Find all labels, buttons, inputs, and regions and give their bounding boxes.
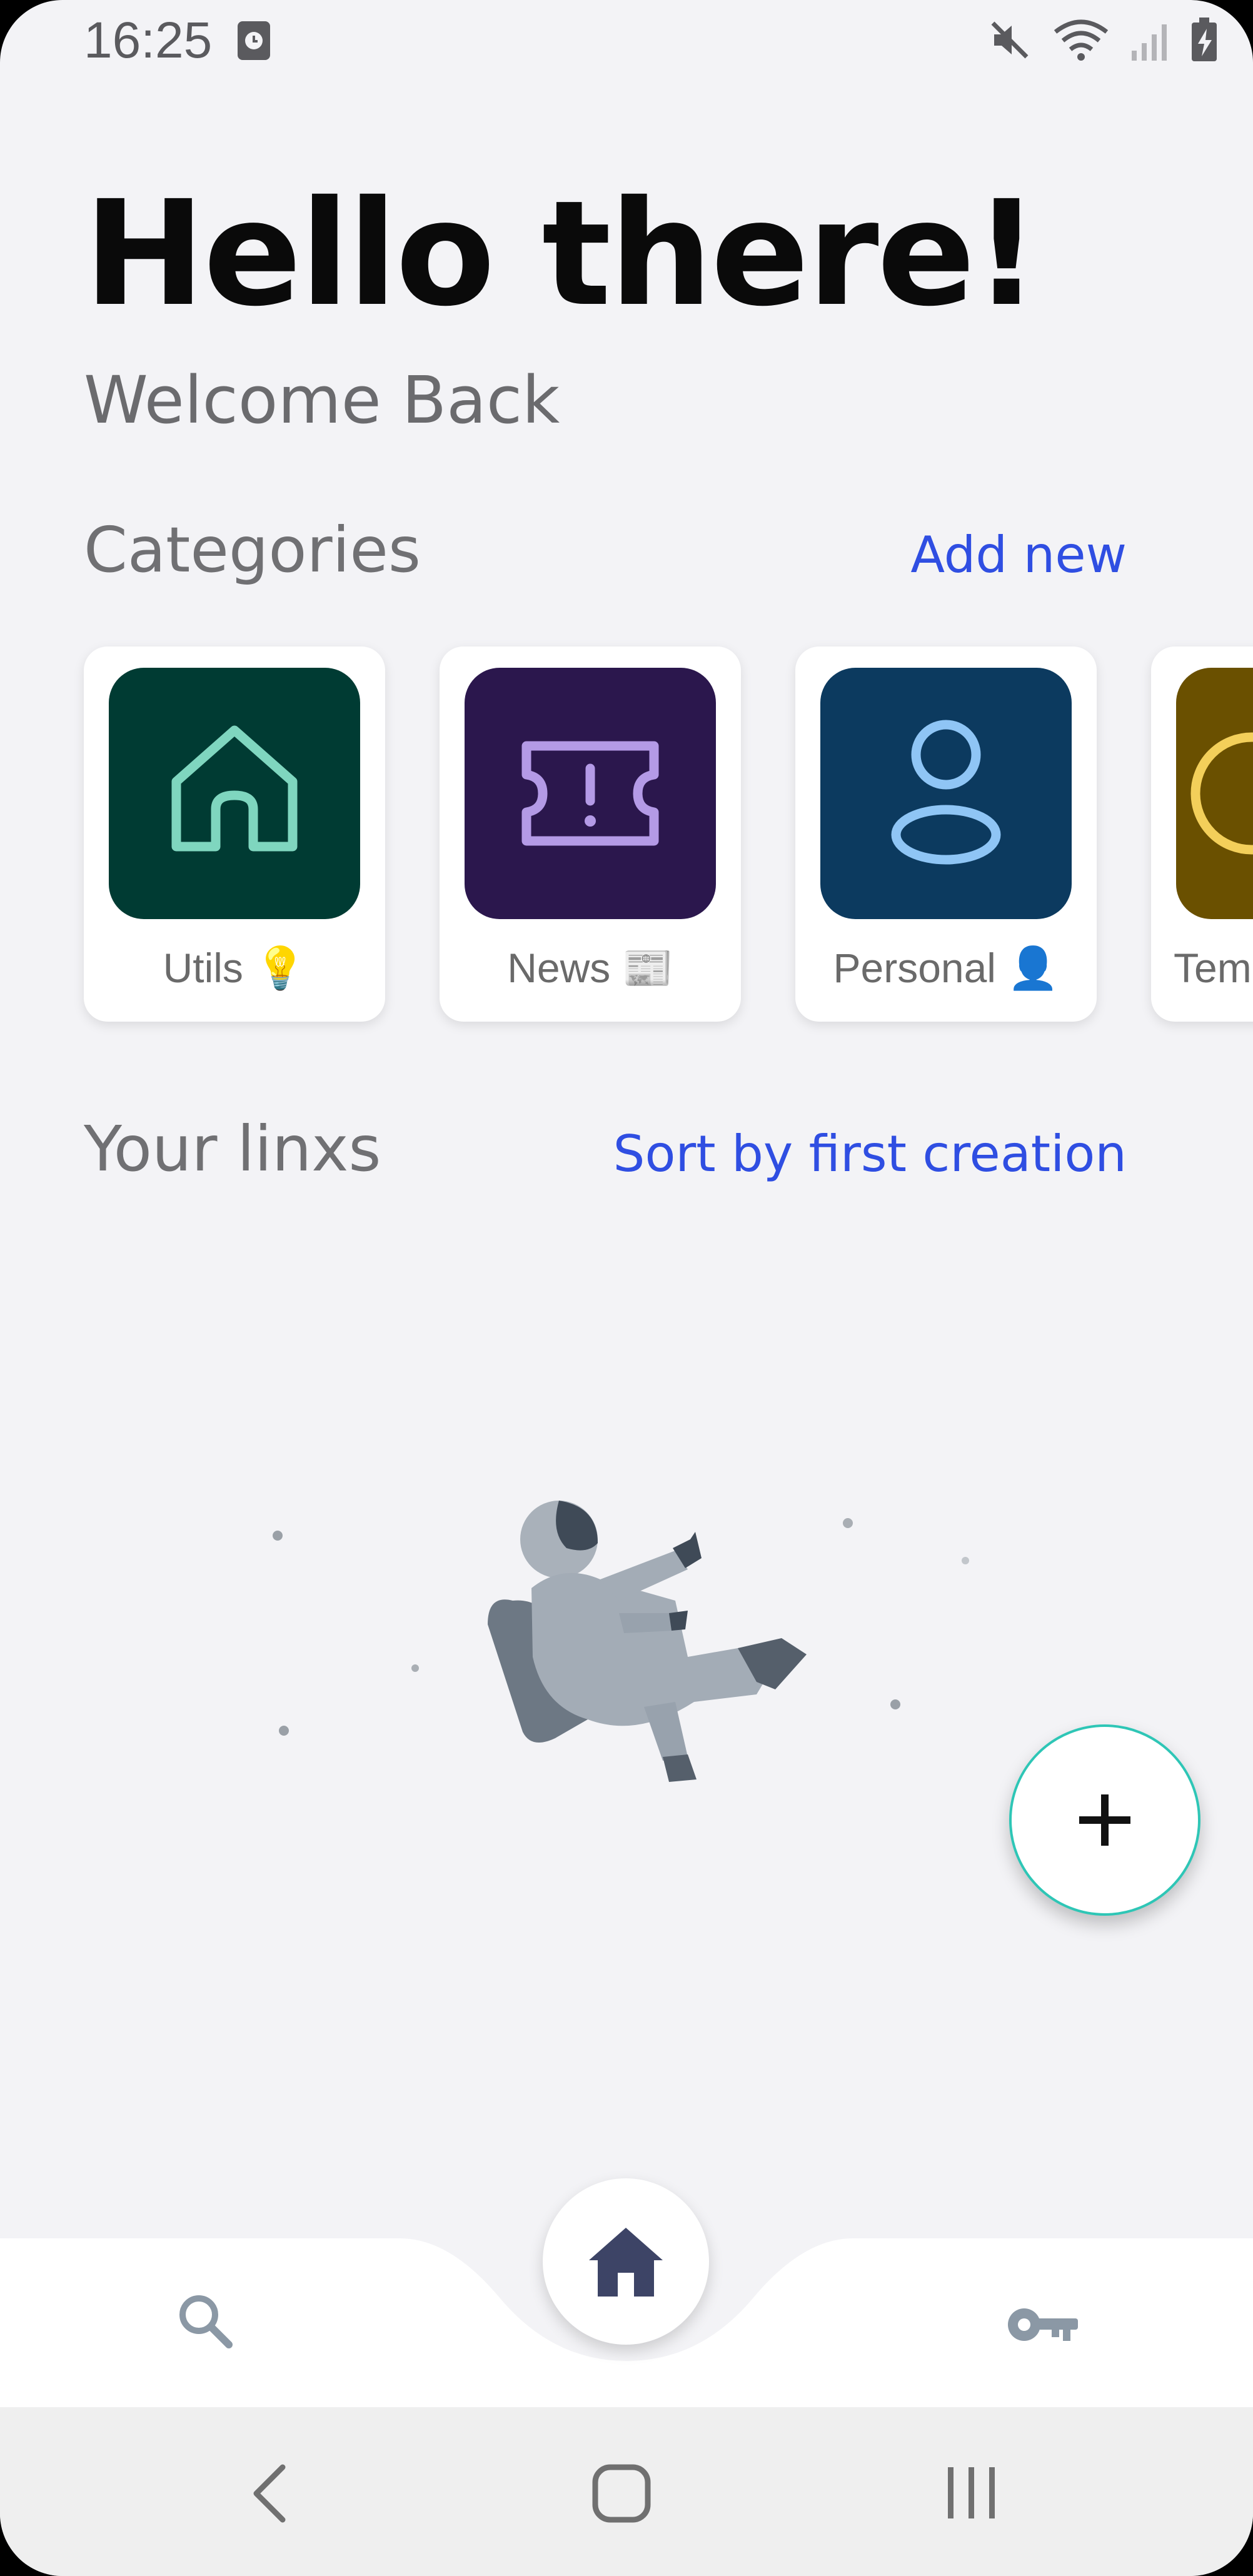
category-label: Personal 👤	[833, 945, 1059, 991]
ticket-icon	[521, 741, 659, 846]
status-icons	[988, 18, 1218, 63]
wifi-icon	[1054, 19, 1109, 61]
categories-title: Categories	[84, 513, 421, 586]
welcome-subtitle: Welcome Back	[84, 362, 560, 438]
category-label: Utils 💡	[163, 945, 306, 991]
add-category-button[interactable]: Add new	[910, 530, 1127, 580]
recents-icon[interactable]	[945, 2465, 998, 2521]
category-tile	[1176, 668, 1253, 919]
app-screen: 16:25 Hello there! Welcome Back Categori…	[0, 0, 1253, 2576]
nav-home-button[interactable]	[543, 2178, 709, 2345]
category-label: Tem	[1174, 945, 1252, 991]
category-card-news[interactable]: News 📰	[440, 647, 741, 1022]
greeting-title: Hello there!	[84, 169, 1040, 338]
search-icon[interactable]	[175, 2291, 235, 2351]
add-link-fab[interactable]	[1009, 1724, 1200, 1916]
astronaut-illustration	[273, 1501, 969, 1782]
plus-icon	[1079, 1794, 1130, 1846]
mute-icon	[991, 21, 1029, 59]
system-navigation-bar	[0, 2407, 1253, 2576]
category-tile	[820, 668, 1072, 919]
home-circle-icon[interactable]	[591, 2463, 652, 2523]
category-card-utils[interactable]: Utils 💡	[84, 647, 385, 1022]
category-label: News 📰	[507, 945, 673, 991]
links-title: Your linxs	[84, 1112, 381, 1185]
battery-charging-icon	[1192, 18, 1217, 61]
key-icon[interactable]	[1005, 2301, 1080, 2348]
status-time: 16:25	[84, 12, 213, 69]
category-card-personal[interactable]: Personal 👤	[795, 647, 1097, 1022]
alarm-icon	[238, 21, 270, 60]
user-icon	[891, 720, 1001, 865]
category-card-tem[interactable]: Tem	[1151, 647, 1253, 1022]
back-icon[interactable]	[248, 2462, 291, 2525]
category-tile	[109, 668, 360, 919]
category-tile	[465, 668, 716, 919]
home-icon	[589, 2228, 663, 2297]
signal-icon	[1132, 24, 1167, 61]
sort-button[interactable]: Sort by first creation	[613, 1129, 1127, 1179]
home-icon	[171, 725, 298, 852]
circle-icon	[1190, 732, 1253, 855]
